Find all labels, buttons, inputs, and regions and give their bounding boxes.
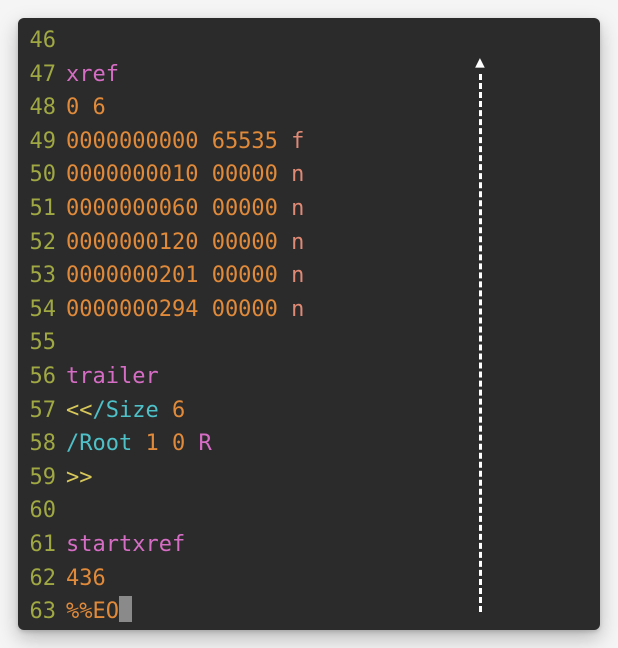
line-number: 49 <box>18 125 66 159</box>
line-code: 0000000010 00000 n <box>66 158 600 192</box>
token <box>278 263 291 288</box>
token <box>278 162 291 187</box>
token: 1 0 <box>145 431 185 456</box>
token <box>278 196 291 221</box>
line-code: <</Size 6 <box>66 394 600 428</box>
code-line[interactable]: 490000000000 65535 f <box>18 125 600 159</box>
token: << <box>66 398 93 423</box>
code-content: 4647xref480 6490000000000 65535 f5000000… <box>18 24 600 629</box>
line-code: 0000000294 00000 n <box>66 293 600 327</box>
code-line[interactable]: 60 <box>18 494 600 528</box>
code-line[interactable]: 58/Root 1 0 R <box>18 427 600 461</box>
code-line[interactable]: 480 6 <box>18 91 600 125</box>
line-number: 54 <box>18 293 66 327</box>
line-number: 59 <box>18 461 66 495</box>
line-number: 48 <box>18 91 66 125</box>
token: 0000000120 00000 <box>66 230 278 255</box>
code-line[interactable]: 510000000060 00000 n <box>18 192 600 226</box>
token: /Size <box>93 398 159 423</box>
token: n <box>291 162 304 187</box>
line-code: >> <box>66 461 600 495</box>
line-number: 63 <box>18 595 66 629</box>
line-code: 0000000060 00000 n <box>66 192 600 226</box>
code-line[interactable]: 61startxref <box>18 528 600 562</box>
line-number: 58 <box>18 427 66 461</box>
line-code: trailer <box>66 360 600 394</box>
line-code: %%EO <box>66 595 600 629</box>
token <box>185 431 198 456</box>
token: 0 6 <box>66 95 106 120</box>
token: 0000000010 00000 <box>66 162 278 187</box>
code-line[interactable]: 56trailer <box>18 360 600 394</box>
code-line[interactable]: 55 <box>18 326 600 360</box>
line-number: 62 <box>18 562 66 596</box>
line-code: 0 6 <box>66 91 600 125</box>
code-line[interactable]: 62436 <box>18 562 600 596</box>
token: 436 <box>66 566 106 591</box>
token <box>278 129 291 154</box>
arrow-shaft <box>479 74 482 612</box>
token: 6 <box>172 398 185 423</box>
line-number: 47 <box>18 58 66 92</box>
cursor <box>119 596 132 622</box>
code-line[interactable]: 63%%EO <box>18 595 600 629</box>
code-line[interactable]: 47xref <box>18 58 600 92</box>
line-number: 51 <box>18 192 66 226</box>
code-line[interactable]: 530000000201 00000 n <box>18 259 600 293</box>
line-number: 57 <box>18 394 66 428</box>
line-code: /Root 1 0 R <box>66 427 600 461</box>
line-number: 55 <box>18 326 66 360</box>
code-line[interactable]: 57<</Size 6 <box>18 394 600 428</box>
line-code: 0000000201 00000 n <box>66 259 600 293</box>
token: R <box>198 431 211 456</box>
token: /Root <box>66 431 132 456</box>
code-editor[interactable]: 4647xref480 6490000000000 65535 f5000000… <box>18 18 600 630</box>
line-number: 60 <box>18 494 66 528</box>
token <box>278 230 291 255</box>
line-number: 46 <box>18 24 66 58</box>
line-code <box>66 24 600 58</box>
code-line[interactable]: 540000000294 00000 n <box>18 293 600 327</box>
code-line[interactable]: 46 <box>18 24 600 58</box>
line-code: xref <box>66 58 600 92</box>
line-number: 53 <box>18 259 66 293</box>
line-number: 61 <box>18 528 66 562</box>
line-code <box>66 494 600 528</box>
token: n <box>291 230 304 255</box>
token: n <box>291 263 304 288</box>
arrow-up-icon: ▲ <box>475 56 485 68</box>
line-number: 50 <box>18 158 66 192</box>
token <box>159 398 172 423</box>
code-line[interactable]: 59>> <box>18 461 600 495</box>
token <box>278 297 291 322</box>
line-code: 0000000000 65535 f <box>66 125 600 159</box>
code-line[interactable]: 500000000010 00000 n <box>18 158 600 192</box>
line-number: 56 <box>18 360 66 394</box>
token: %%EO <box>66 599 119 624</box>
token: xref <box>66 62 119 87</box>
token: 0000000060 00000 <box>66 196 278 221</box>
parse-direction-arrow: ▲ <box>470 56 490 612</box>
token: startxref <box>66 532 185 557</box>
token: >> <box>66 465 93 490</box>
line-code: 436 <box>66 562 600 596</box>
token: n <box>291 196 304 221</box>
token: 0000000294 00000 <box>66 297 278 322</box>
line-code: 0000000120 00000 n <box>66 226 600 260</box>
token <box>132 431 145 456</box>
code-line[interactable]: 520000000120 00000 n <box>18 226 600 260</box>
token: f <box>291 129 304 154</box>
token: 0000000201 00000 <box>66 263 278 288</box>
token: n <box>291 297 304 322</box>
line-code <box>66 326 600 360</box>
line-code: startxref <box>66 528 600 562</box>
line-number: 52 <box>18 226 66 260</box>
token: trailer <box>66 364 159 389</box>
token: 0000000000 65535 <box>66 129 278 154</box>
